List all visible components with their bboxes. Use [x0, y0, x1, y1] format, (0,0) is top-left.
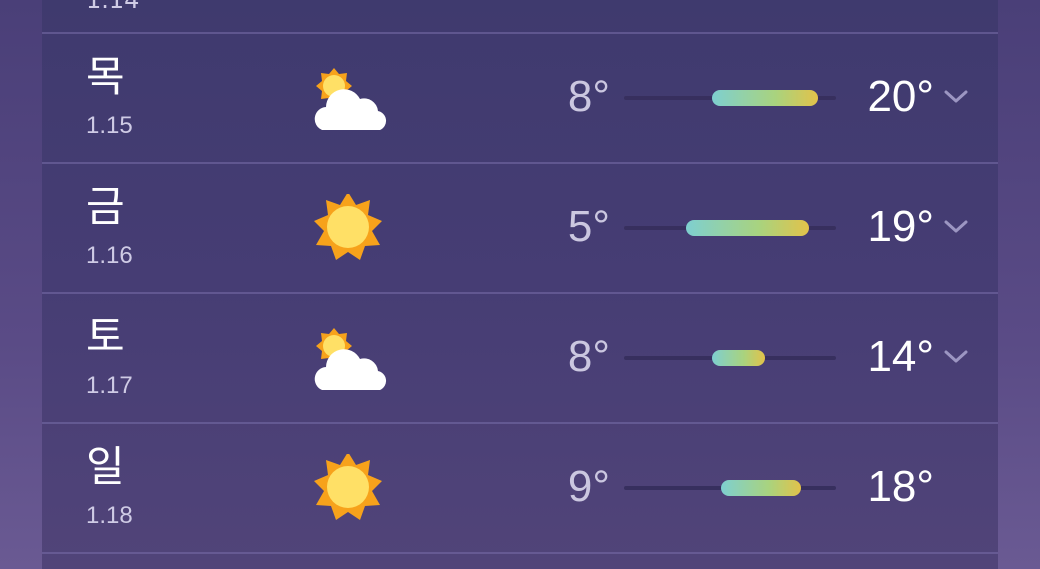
forecast-row-fri[interactable]: 금 1.16 5° 19° — [42, 164, 998, 294]
date-label: 1.18 — [86, 502, 133, 529]
chevron-down-icon[interactable] — [942, 346, 970, 366]
temp-range-bar — [624, 480, 836, 496]
high-temp: 18° — [867, 462, 934, 511]
forecast-row-thu[interactable]: 목 1.15 8° 20° — [42, 34, 998, 164]
day-label: 토 — [86, 312, 125, 361]
temp-range-fill — [712, 350, 766, 366]
partly-cloudy-icon — [314, 328, 387, 390]
date-label: 1.16 — [86, 242, 133, 269]
forecast-row-sun[interactable]: 일 1.18 9° 18° — [42, 424, 998, 554]
partly-cloudy-icon — [314, 68, 387, 130]
day-label: 일 — [86, 442, 125, 491]
date-label: 1.15 — [86, 112, 133, 139]
temp-range-fill — [685, 220, 810, 236]
temp-range-fill — [712, 90, 819, 106]
date-label: 1.17 — [86, 372, 133, 399]
day-label: 금 — [86, 182, 125, 231]
day-label: 목 — [86, 52, 125, 101]
temp-range-bar — [624, 220, 836, 236]
temp-range-bar — [624, 350, 836, 366]
forecast-row-sat[interactable]: 토 1.17 8° 14° — [42, 294, 998, 424]
high-temp: 19° — [867, 202, 934, 251]
high-temp: 20° — [867, 72, 934, 121]
low-temp: 9° — [567, 462, 610, 511]
temp-range-bar — [624, 90, 836, 106]
low-temp: 8° — [567, 72, 610, 121]
temp-range-fill — [721, 480, 801, 496]
high-temp: 14° — [867, 332, 934, 381]
chevron-down-icon[interactable] — [942, 216, 970, 236]
partial-row-top: 1.14 — [42, 0, 998, 34]
low-temp: 8° — [567, 332, 610, 381]
low-temp: 5° — [567, 202, 610, 251]
chevron-down-icon[interactable] — [942, 86, 970, 106]
sunny-icon — [314, 454, 382, 520]
forecast-card: 1.14 목 1.15 8° 20° 금 1.16 5° 19° 토 1.17 … — [42, 0, 998, 569]
partial-date: 1.14 — [86, 0, 140, 14]
sunny-icon — [314, 194, 382, 260]
